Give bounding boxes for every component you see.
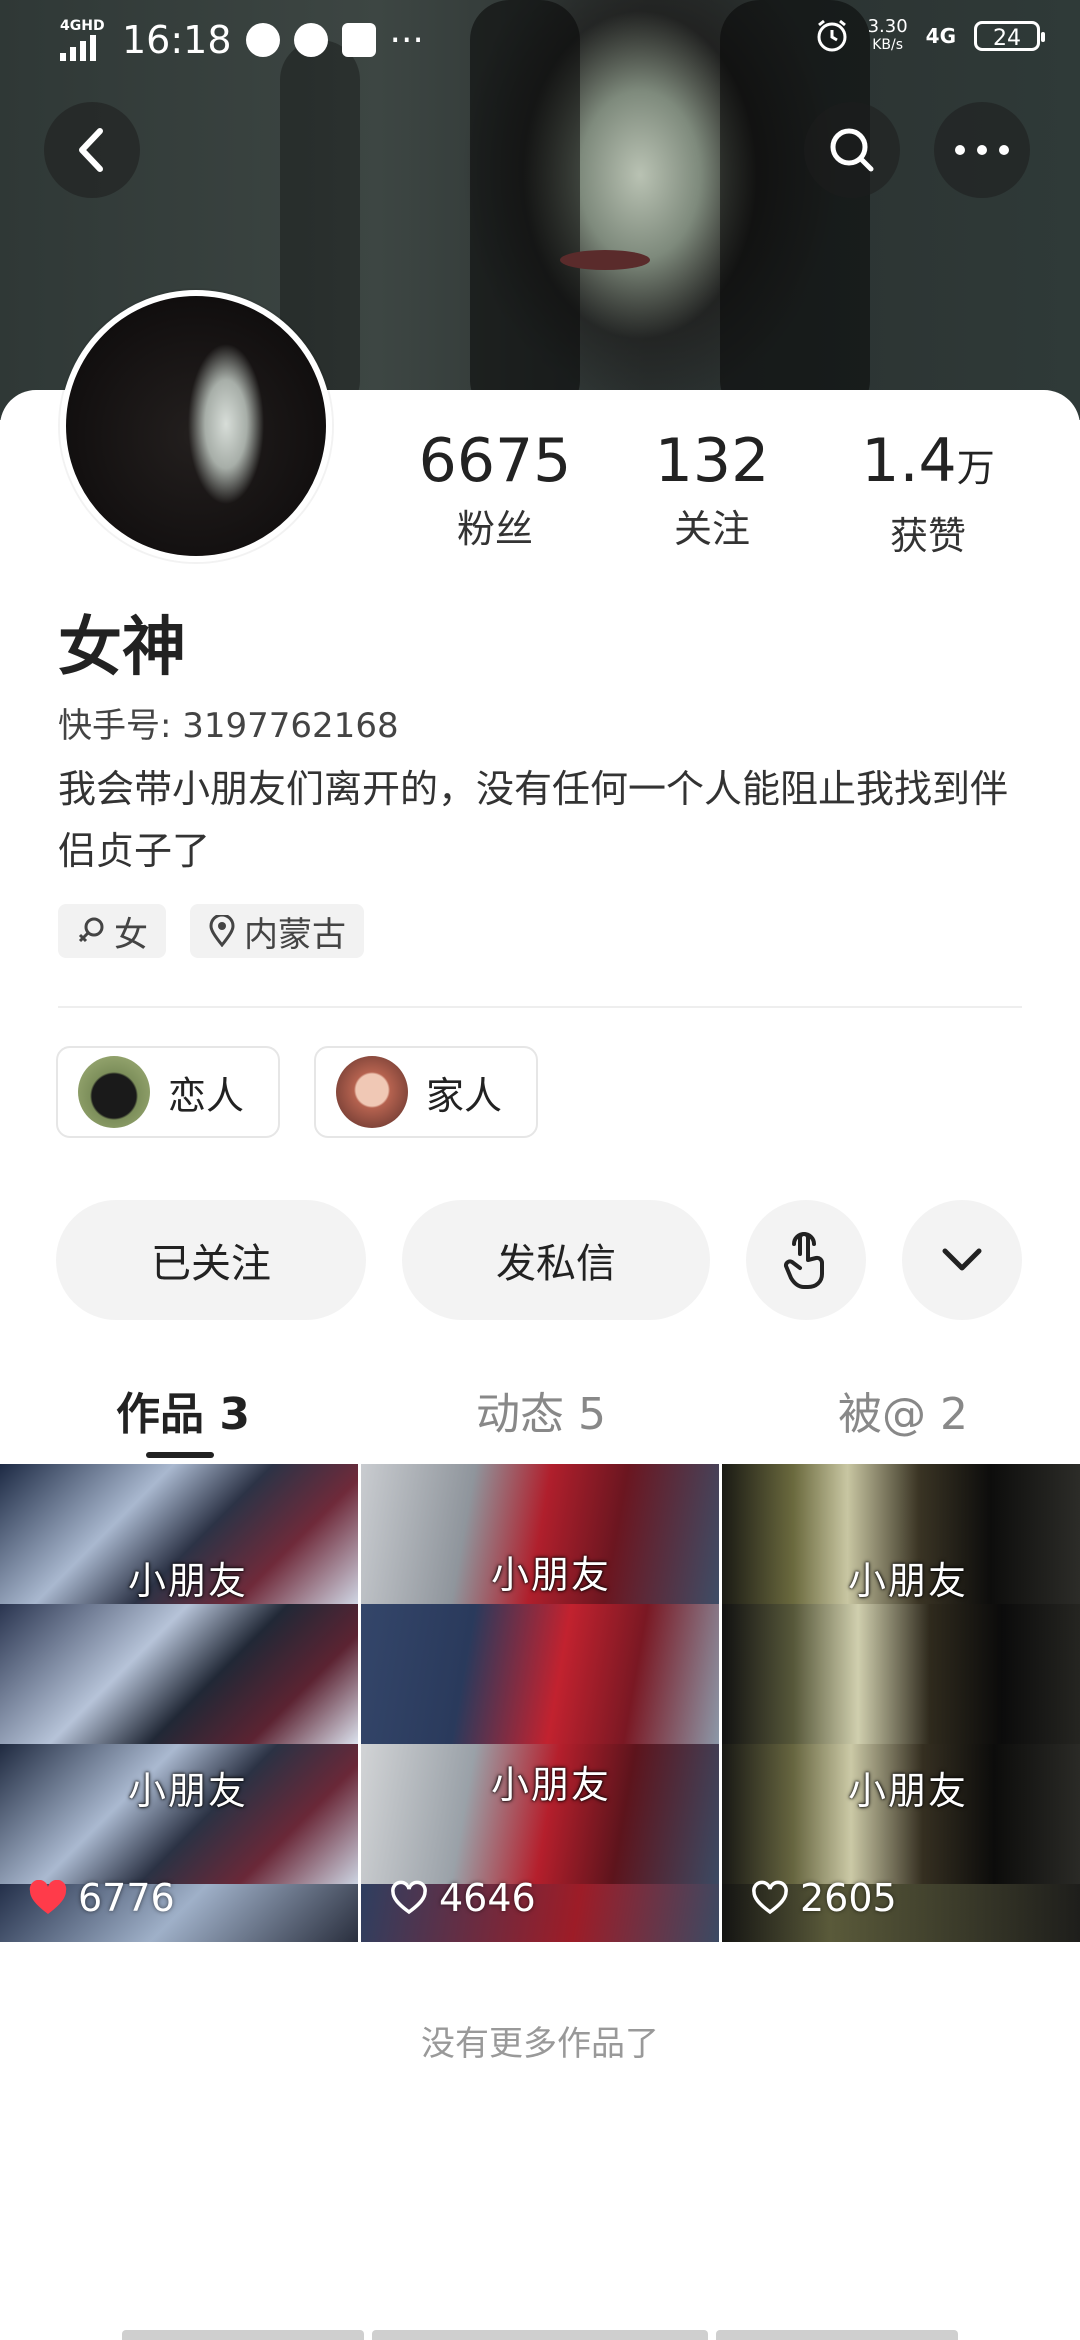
gender-tag: 女 [58,904,166,958]
video-subtitle: 小朋友 [491,1763,612,1807]
video-grid: 小朋友 小朋友 6776 小朋友 小朋友 4646 小朋友 小朋友 2605 [0,1464,1080,1942]
following-stat[interactable]: 132 关注 [612,428,812,553]
status-bar: 4GHD 16:18 ··· 3.30 KB/s 4G 24 [0,0,1080,86]
battery-indicator: 24 [974,21,1045,51]
video-subtitle: 小朋友 [128,1769,249,1813]
kuaishou-id[interactable]: 快手号: 3197762168 [58,698,399,747]
profile-name: 女神 [58,611,186,685]
avatar[interactable] [60,290,332,562]
no-more-works-text: 没有更多作品了 [421,2024,659,2064]
female-icon [78,917,104,943]
compass-notification-icon [293,23,328,57]
relation-avatar [336,1056,408,1128]
network-speed: 3.30 KB/s [867,16,908,54]
video-likes: 6776 [28,1876,175,1920]
heart-outline-icon [391,1880,427,1915]
video-likes: 4646 [389,1876,536,1920]
relation-family[interactable]: 家人 [314,1046,538,1138]
search-button[interactable] [804,102,900,198]
tab-works[interactable]: 作品 3 [116,1378,250,1442]
back-button[interactable] [44,102,140,198]
video-thumbnail[interactable]: 小朋友 小朋友 2605 [722,1464,1080,1942]
video-subtitle: 小朋友 [848,1559,969,1603]
heart-filled-icon [29,1880,67,1914]
tap-hand-icon [784,1232,824,1289]
video-thumbnail[interactable]: 小朋友 小朋友 4646 [361,1464,719,1942]
mobile-data-indicator: 4G [925,24,956,48]
likes-received-stat[interactable]: 1.4万 获赞 [828,428,1028,560]
video-subtitle: 小朋友 [491,1553,612,1597]
relation-avatar [78,1056,150,1128]
poke-button[interactable] [746,1200,866,1320]
following-button[interactable]: 已关注 [56,1200,366,1320]
profile-bio: 我会带小朋友们离开的，没有任何一个人能阻止我找到伴侣贞子了 [58,767,1009,873]
video-subtitle: 小朋友 [128,1559,249,1603]
status-time: 16:18 [122,18,232,62]
video-subtitle: 小朋友 [848,1769,969,1813]
more-dots-icon [955,145,1009,155]
chevron-left-icon [79,128,103,172]
video-likes: 2605 [750,1876,897,1920]
alarm-icon [817,19,847,52]
tab-moments[interactable]: 动态 5 [476,1378,606,1442]
expand-button[interactable] [902,1200,1022,1320]
tab-mentions[interactable]: 被@ 2 [838,1378,968,1442]
relation-lover[interactable]: 恋人 [56,1046,280,1138]
active-tab-indicator [146,1452,214,1458]
section-divider [58,1006,1022,1008]
send-notification-icon [341,23,376,57]
location-pin-icon [209,915,235,947]
heart-outline-icon [752,1880,788,1915]
search-icon [830,128,874,172]
chevron-down-icon [942,1248,982,1271]
location-tag: 内蒙古 [190,904,364,958]
cellular-signal-icon: 4GHD [60,19,108,61]
more-options-button[interactable] [934,102,1030,198]
video-thumbnail[interactable]: 小朋友 小朋友 6776 [0,1464,358,1942]
followers-stat[interactable]: 6675 粉丝 [395,428,595,553]
send-message-button[interactable]: 发私信 [402,1200,710,1320]
app-notification-icon [245,23,280,57]
more-notifications-icon: ··· [389,19,424,61]
